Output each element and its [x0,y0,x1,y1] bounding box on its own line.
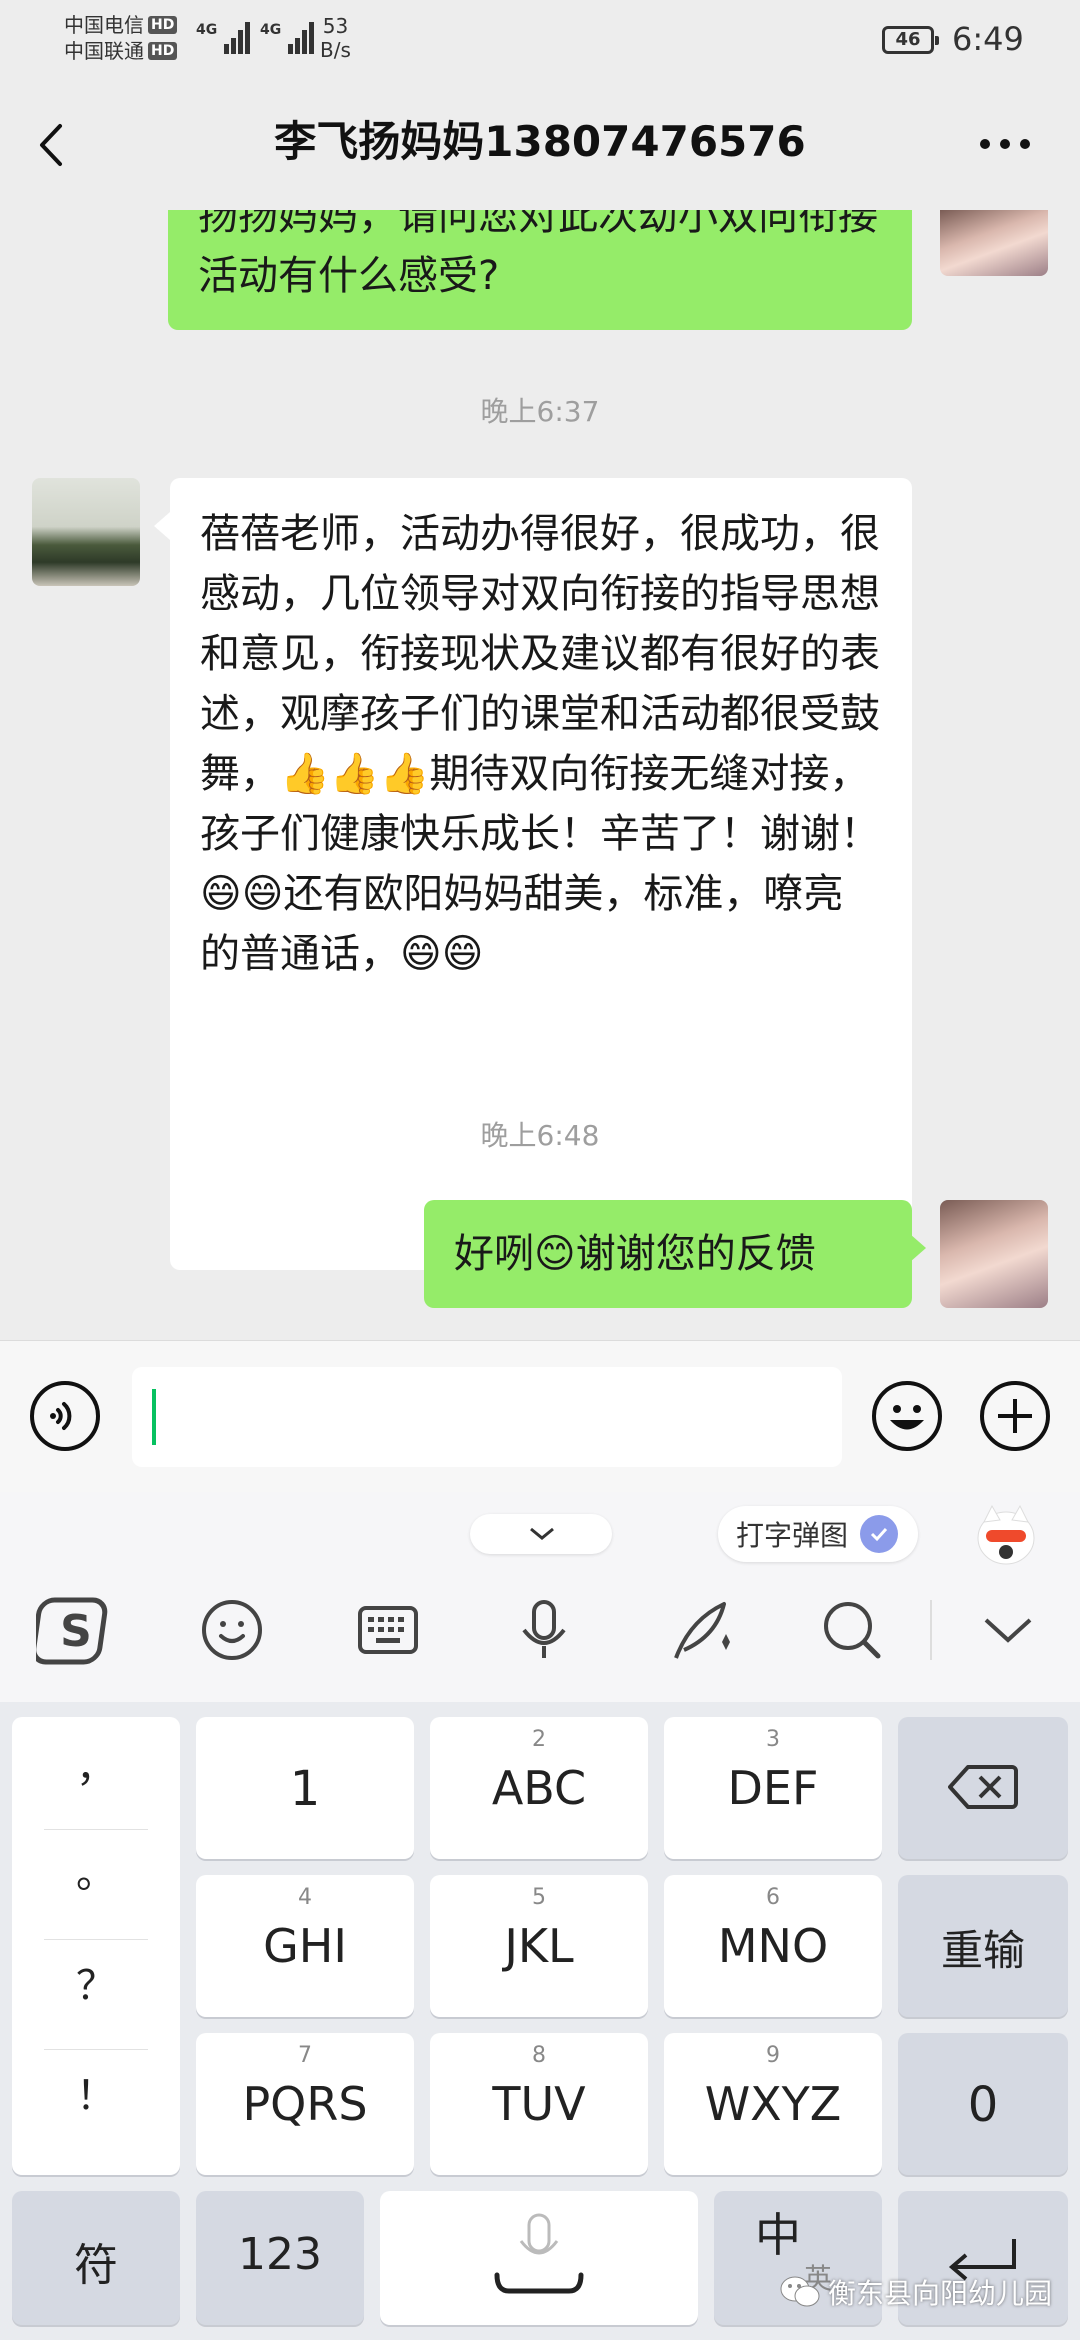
zero-label: 0 [967,2077,999,2133]
reinput-key[interactable]: 重输 [898,1875,1068,2017]
microphone-icon[interactable] [504,1590,584,1670]
chat-message-list[interactable]: 扬扬妈妈，请问您对此次幼小双向衔接活动有什么感受? 晚上6:37 蓓蓓老师，活动… [0,210,1080,1340]
key-4[interactable]: 4 GHI [196,1875,414,2017]
watermark-text: 衡东县向阳幼儿园 [828,2277,1053,2310]
message-bubble-outgoing[interactable]: 好咧😊谢谢您的反馈 [424,1200,912,1308]
key-number: 4 [298,1885,312,1910]
symbol-question-key[interactable]: ？ [12,1953,180,2011]
key-6[interactable]: 6 MNO [664,1875,882,2017]
message-bubble-outgoing[interactable]: 扬扬妈妈，请问您对此次幼小双向衔接活动有什么感受? [168,210,912,330]
battery-icon: 46 [882,26,939,54]
key-1[interactable]: 1 [196,1717,414,1859]
key-label: ABC [491,1761,587,1815]
key-number: 8 [532,2043,546,2068]
symbol-column[interactable]: ， 。 ？ ！ [12,1717,180,2175]
timestamp: 晚上6:48 [480,1119,600,1152]
key-2[interactable]: 2 ABC [430,1717,648,1859]
symbol-key[interactable]: 符 [12,2191,180,2325]
wechat-logo-icon [780,2276,820,2307]
clock: 6:49 [952,20,1024,58]
bubble-tail [910,1234,926,1262]
key-label: JKL [504,1919,574,1973]
signal-1-icon: 4G [196,18,250,54]
key-number: 2 [532,1727,546,1752]
network-speed: 53 B/s [320,14,351,62]
add-more-icon[interactable] [978,1379,1052,1453]
backspace-icon [948,1765,1018,1809]
my-avatar[interactable] [940,210,1048,276]
svg-text:S: S [60,1606,92,1657]
key-label: WXYZ [704,2077,842,2131]
mascot-icon[interactable] [974,1502,1038,1568]
keyboard-toolbar: 打字弹图 S [0,1492,1080,1702]
key-number: 5 [532,1885,546,1910]
reinput-label: 重输 [940,1926,1025,1975]
typing-sticker-toggle[interactable]: 打字弹图 [718,1506,919,1562]
key-number: 6 [766,1885,780,1910]
bubble-tail [154,512,170,540]
carrier-1-label: 中国电信 [64,13,144,37]
search-icon[interactable] [812,1590,892,1670]
chevron-down-icon [530,1527,554,1540]
symbol-period-key[interactable]: 。 [12,1841,180,1899]
timestamp: 晚上6:37 [480,395,600,428]
key-5[interactable]: 5 JKL [430,1875,648,2017]
key-label: 1 [289,1761,321,1817]
key-7[interactable]: 7 PQRS [196,2033,414,2175]
t9-keyboard: ， 。 ？ ！ 1 2 ABC 3 DEF 4 GHI 5 JKL 6 MNO … [0,1702,1080,2340]
emoji-face-icon[interactable] [192,1590,272,1670]
zero-key[interactable]: 0 [898,2033,1068,2175]
signal-2-icon: 4G [260,18,314,54]
key-3[interactable]: 3 DEF [664,1717,882,1859]
key-number: 3 [766,1727,780,1752]
status-bar: 中国电信 HD 中国联通 HD 4G 4G 53 B/s 46 6:49 [0,0,1080,82]
text-cursor [152,1389,156,1445]
symbol-key-label: 符 [74,2240,118,2291]
chat-input-bar [0,1340,1080,1493]
carrier-2-label: 中国联通 [64,39,144,63]
speed-unit: B/s [320,38,351,62]
check-icon [860,1515,899,1553]
symbol-exclaim-key[interactable]: ！ [12,2063,180,2121]
quill-pen-icon[interactable] [660,1590,740,1670]
carrier-info: 中国电信 HD 中国联通 HD [64,12,178,64]
hd-badge-2: HD [148,42,178,60]
speed-value: 53 [322,14,349,38]
watermark: 衡东县向阳幼儿园 [780,2272,1052,2312]
toolbar-divider [930,1600,932,1660]
contact-avatar[interactable] [32,478,140,586]
space-key[interactable] [380,2191,698,2325]
key-number: 9 [766,2043,780,2068]
sogou-logo-icon[interactable]: S [36,1590,116,1670]
key-label: PQRS [242,2077,368,2131]
key-label: MNO [717,1919,829,1973]
number-mode-label: 123 [238,2229,322,2280]
typing-sticker-label: 打字弹图 [736,1519,849,1552]
key-label: DEF [727,1761,819,1815]
voice-input-icon[interactable] [28,1379,102,1453]
more-options-icon[interactable] [978,134,1032,154]
hide-keyboard-chevron-icon[interactable] [968,1590,1048,1670]
message-input[interactable] [132,1367,842,1467]
signal-indicators: 4G 4G [196,18,314,54]
symbol-comma-key[interactable]: ， [12,1735,180,1793]
key-9[interactable]: 9 WXYZ [664,2033,882,2175]
language-chinese-label: 中 [755,2208,801,2262]
key-8[interactable]: 8 TUV [430,2033,648,2175]
number-mode-key[interactable]: 123 [196,2191,364,2325]
collapse-panel-button[interactable] [470,1514,612,1554]
back-arrow-icon[interactable] [28,120,78,170]
key-number: 7 [298,2043,312,2068]
emoji-icon[interactable] [870,1379,944,1453]
keyboard-layout-icon[interactable] [348,1590,428,1670]
key-label: TUV [492,2077,586,2131]
space-mic-icon [494,2213,584,2294]
chat-title: 李飞扬妈妈13807476576 [274,117,806,166]
my-avatar[interactable] [940,1200,1048,1308]
key-label: GHI [263,1919,347,1973]
hd-badge-1: HD [148,16,178,34]
backspace-key[interactable] [898,1717,1068,1859]
chat-header: 李飞扬妈妈13807476576 [0,82,1080,210]
